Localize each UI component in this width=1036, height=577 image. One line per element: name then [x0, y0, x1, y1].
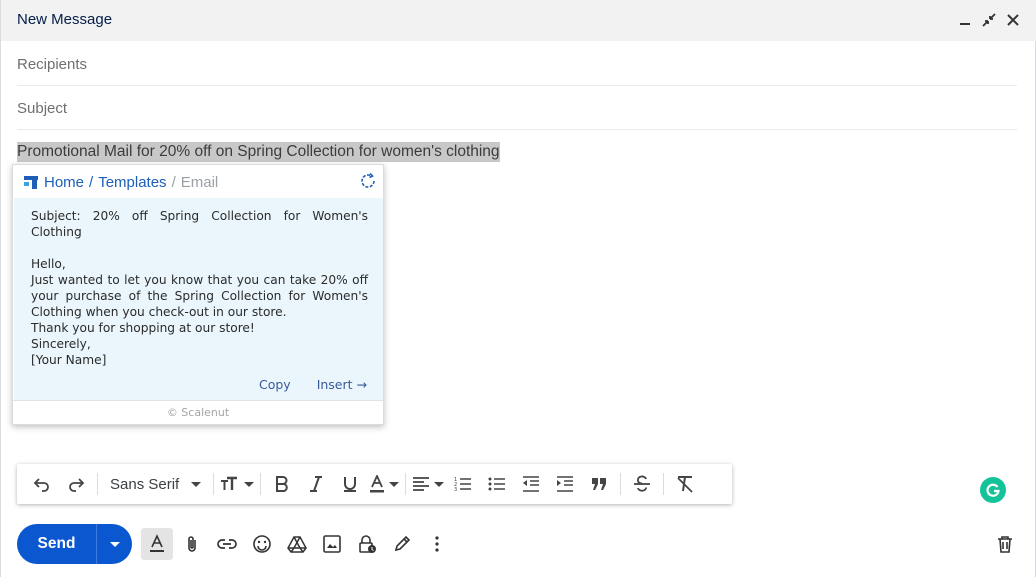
font-size-button[interactable] — [220, 468, 255, 500]
bold-icon[interactable] — [267, 468, 297, 500]
font-family-select[interactable]: Sans Serif — [104, 468, 207, 500]
bulleted-list-icon[interactable] — [482, 468, 512, 500]
signature-pen-icon[interactable] — [386, 528, 418, 560]
indent-less-icon[interactable] — [516, 468, 546, 500]
chevron-down-icon — [109, 541, 120, 547]
minimize-icon[interactable] — [955, 10, 975, 30]
undo-icon[interactable] — [27, 468, 57, 500]
window-controls — [955, 10, 1023, 30]
insert-link-icon[interactable] — [211, 528, 243, 560]
recipients-field[interactable]: Recipients — [17, 42, 1017, 86]
quote-icon[interactable] — [584, 468, 614, 500]
toolbar-divider — [97, 473, 98, 495]
breadcrumb-templates[interactable]: Templates — [98, 174, 166, 191]
recipients-placeholder: Recipients — [17, 56, 88, 73]
send-button-group: Send — [17, 524, 132, 564]
template-text: Subject: 20% off Spring Collection for W… — [31, 209, 368, 367]
chevron-down-icon — [191, 481, 202, 487]
send-options-button[interactable] — [97, 524, 132, 564]
formatting-options-icon[interactable] — [141, 528, 173, 560]
align-button[interactable] — [412, 468, 445, 500]
popup-footer: © Scalenut — [13, 400, 383, 425]
grammarly-icon[interactable] — [980, 477, 1006, 503]
toolbar-divider — [663, 473, 665, 495]
template-popup: Home / Templates / Email Subject: 20% of… — [12, 164, 384, 425]
compose-header: New Message — [1, 0, 1036, 41]
copy-button[interactable]: Copy — [259, 377, 291, 392]
text-color-button[interactable] — [369, 468, 400, 500]
italic-icon[interactable] — [301, 468, 331, 500]
toolbar-divider — [213, 473, 215, 495]
template-content: Subject: 20% off Spring Collection for W… — [14, 198, 383, 400]
formatting-toolbar: Sans Serif 123 — [17, 464, 732, 504]
send-button[interactable]: Send — [17, 535, 96, 553]
svg-text:3: 3 — [454, 487, 457, 492]
compose-title: New Message — [17, 11, 113, 28]
compose-window: New Message Recipients Subject Promotion… — [0, 0, 1036, 577]
refresh-icon[interactable] — [359, 172, 377, 190]
subject-placeholder: Subject — [17, 100, 68, 117]
discard-draft-icon[interactable] — [989, 528, 1021, 560]
insert-photo-icon[interactable] — [316, 528, 348, 560]
more-options-icon[interactable] — [421, 528, 453, 560]
chevron-down-icon — [434, 481, 445, 487]
chevron-down-icon — [389, 481, 400, 487]
subject-field[interactable]: Subject — [17, 86, 1017, 130]
breadcrumb-separator: / — [89, 174, 94, 191]
bottom-icon-row — [141, 528, 456, 560]
emoji-icon[interactable] — [246, 528, 278, 560]
redo-icon[interactable] — [61, 468, 91, 500]
toolbar-divider — [260, 473, 262, 495]
popup-actions: Copy Insert → — [259, 377, 367, 392]
toolbar-divider — [620, 473, 622, 495]
strikethrough-icon[interactable] — [627, 468, 657, 500]
remove-formatting-icon[interactable] — [670, 468, 700, 500]
toolbar-divider — [405, 473, 407, 495]
confidential-mode-icon[interactable] — [351, 528, 383, 560]
popup-header: Home / Templates / Email — [13, 165, 383, 198]
breadcrumb-separator: / — [171, 174, 176, 191]
selected-body-text[interactable]: Promotional Mail for 20% off on Spring C… — [17, 142, 500, 162]
breadcrumb-current: Email — [180, 174, 219, 191]
compose-actions: Send — [17, 524, 1021, 564]
breadcrumb: Home / Templates / Email — [24, 174, 218, 191]
underline-icon[interactable] — [335, 468, 365, 500]
exit-fullscreen-icon[interactable] — [979, 10, 999, 30]
font-family-label: Sans Serif — [110, 475, 180, 493]
close-icon[interactable] — [1003, 10, 1023, 30]
attach-file-icon[interactable] — [176, 528, 208, 560]
google-drive-icon[interactable] — [281, 528, 313, 560]
numbered-list-icon[interactable]: 123 — [448, 468, 478, 500]
indent-more-icon[interactable] — [550, 468, 580, 500]
scalenut-logo-icon — [24, 175, 38, 190]
chevron-down-icon — [244, 481, 255, 487]
insert-button[interactable]: Insert → — [317, 377, 367, 392]
breadcrumb-home[interactable]: Home — [44, 174, 84, 191]
